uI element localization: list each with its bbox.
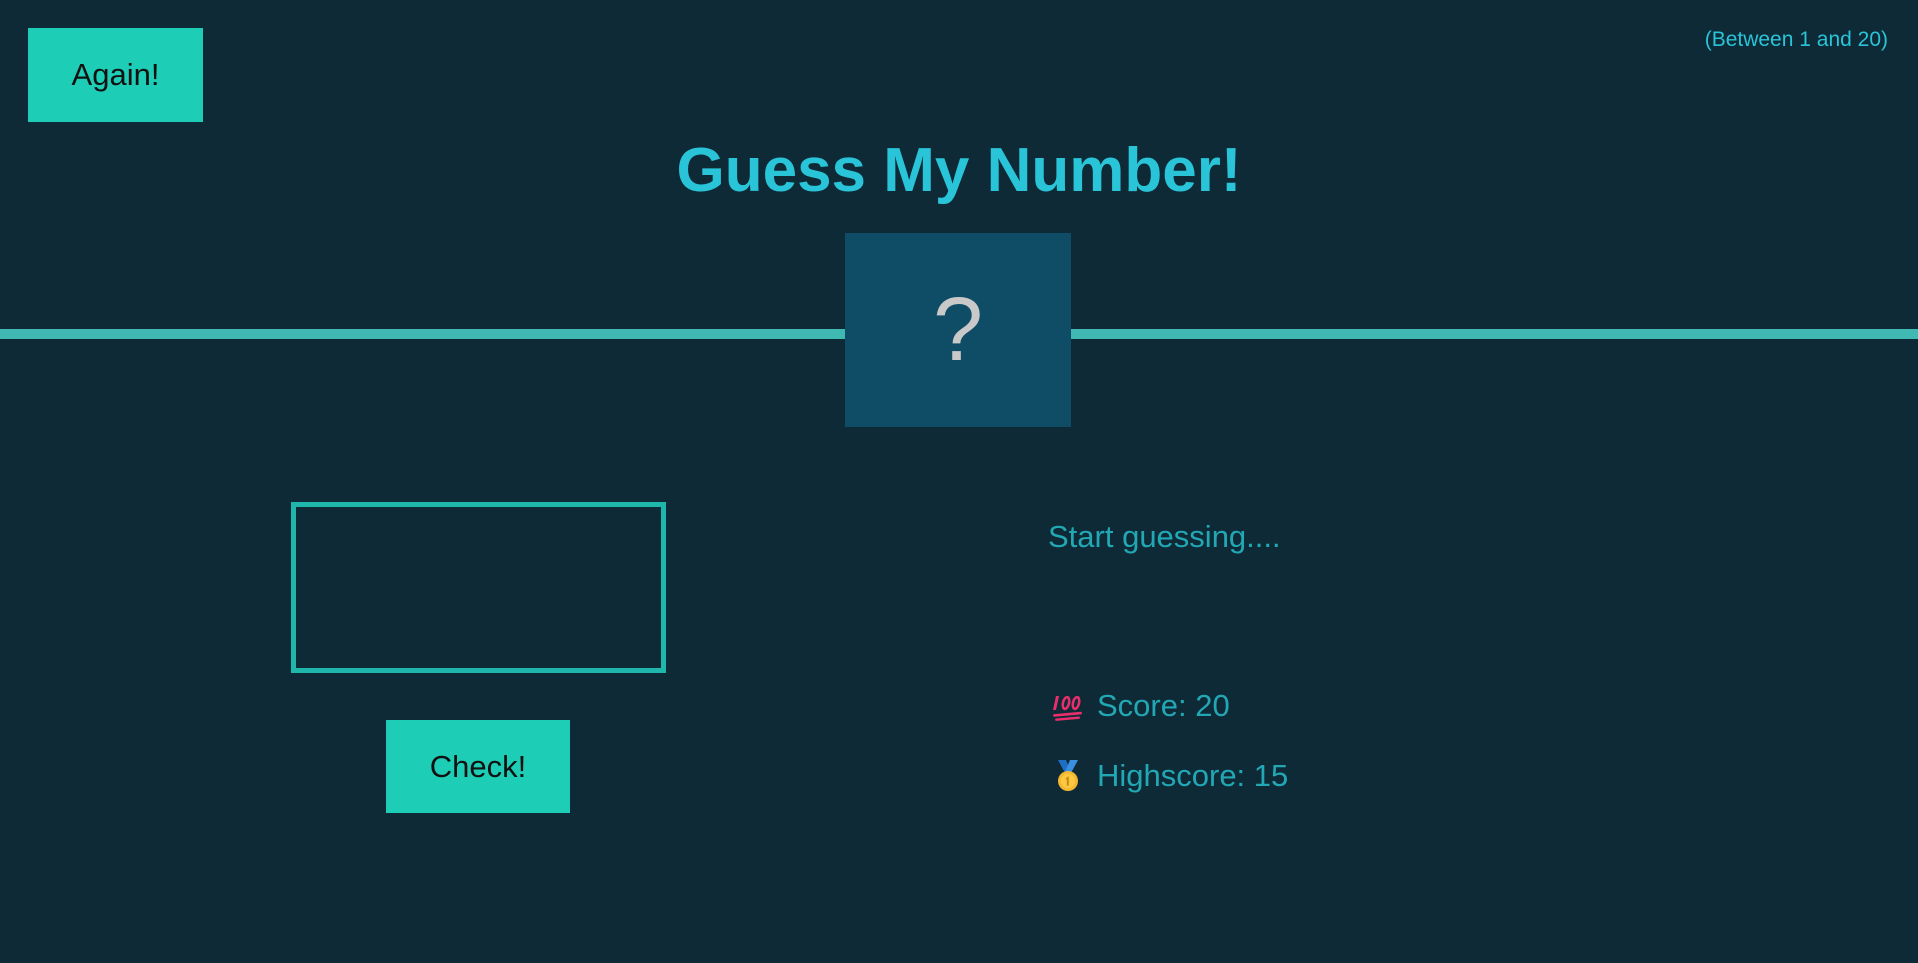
medal-icon <box>1052 760 1084 792</box>
again-button[interactable]: Again! <box>28 28 203 122</box>
check-button[interactable]: Check! <box>386 720 570 813</box>
status-message: Start guessing.... <box>1048 519 1281 554</box>
hundred-points-icon <box>1052 690 1084 722</box>
page-title: Guess My Number! <box>676 136 1242 205</box>
secret-number-box: ? <box>845 233 1071 427</box>
score-row: Score: 20 <box>1052 688 1230 724</box>
score-label: Score: 20 <box>1097 688 1230 723</box>
guess-input[interactable] <box>291 502 666 673</box>
highscore-row: Highscore: 15 <box>1052 758 1288 794</box>
highscore-label: Highscore: 15 <box>1097 758 1289 793</box>
range-hint: (Between 1 and 20) <box>1704 28 1888 51</box>
